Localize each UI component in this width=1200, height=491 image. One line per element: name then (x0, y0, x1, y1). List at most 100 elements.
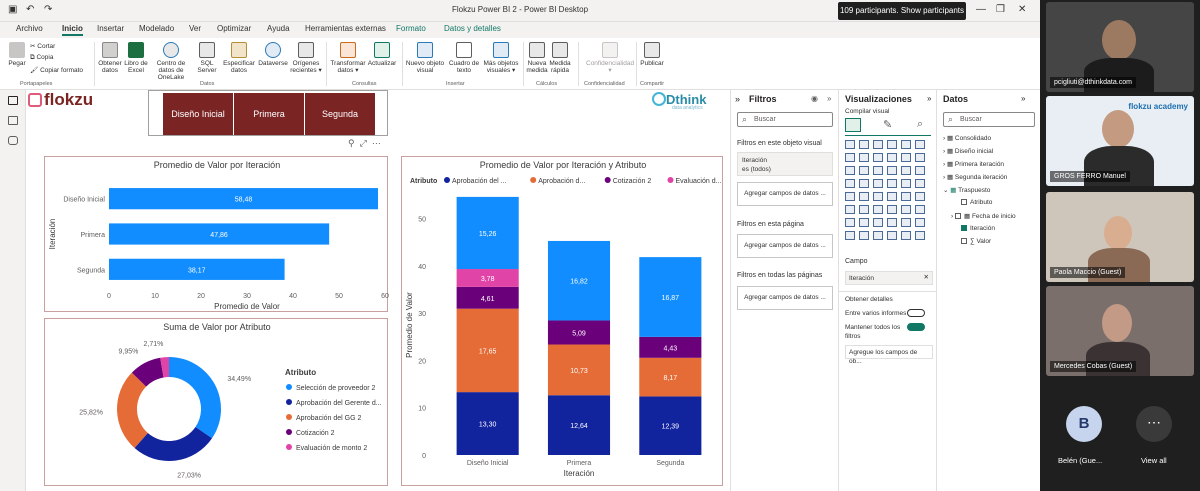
visual-type-icon[interactable] (845, 231, 855, 240)
eye-icon[interactable]: ◉ (811, 94, 818, 103)
video-tile-p3[interactable]: Paola Maccio (Guest) (1046, 192, 1194, 282)
focus-mode-icon[interactable]: ⤢ (360, 138, 367, 148)
minimize-icon[interactable]: — (976, 4, 986, 15)
add-fields-page[interactable]: Agregar campos de datos ... (737, 234, 833, 258)
avg-by-iteration-attribute-card[interactable]: Promedio de Valor por Iteración y Atribu… (401, 156, 788, 486)
filter-card-iteracion[interactable]: Iteración es (todos) (737, 152, 833, 176)
tab-herramientas-externas[interactable]: Herramientas externas (305, 24, 386, 33)
video-tile-p2[interactable]: flokzu academy GROS FERRO Manuel (1046, 96, 1194, 186)
keep-filters-toggle[interactable] (907, 323, 925, 331)
table-consolidado[interactable]: › ▦ Consolidado (943, 134, 991, 142)
table-segunda-iteracion[interactable]: › ▦ Segunda iteración (943, 173, 1007, 181)
paste-button[interactable]: Pegar (6, 42, 28, 67)
visual-type-icon[interactable] (845, 140, 855, 149)
sensitivity-button[interactable]: Confidencialidad ▾ (586, 42, 634, 74)
tab-archivo[interactable]: Archivo (16, 24, 43, 33)
visual-type-icon[interactable] (887, 166, 897, 175)
tab-optimizar[interactable]: Optimizar (217, 24, 251, 33)
visual-type-icon[interactable] (859, 192, 869, 201)
visual-type-icon[interactable] (901, 179, 911, 188)
tab-formato[interactable]: Formato (396, 24, 426, 33)
transform-data-button[interactable]: Transformar datos ▾ (330, 42, 366, 74)
participants-banner[interactable]: 109 participants. Show participants (838, 2, 966, 20)
model-view-icon[interactable] (8, 136, 18, 145)
visual-type-icon[interactable] (915, 205, 925, 214)
visual-type-icon[interactable] (845, 205, 855, 214)
visual-type-icon[interactable] (901, 140, 911, 149)
textbox-button[interactable]: Cuadro de texto (446, 42, 482, 74)
slicer-diseno-inicial[interactable]: Diseño Inicial (163, 93, 233, 135)
sql-button[interactable]: SQL Server (196, 42, 218, 74)
get-data-button[interactable]: Obtener datos (98, 42, 122, 74)
dataverse-button[interactable]: Dataverse (256, 42, 290, 67)
undo-icon[interactable]: ↶ (26, 4, 34, 15)
avg-by-iteration-card[interactable]: Promedio de Valor por Iteración 58,48 Dise… (44, 156, 389, 312)
visual-type-icon[interactable] (873, 231, 883, 240)
view-all-button[interactable]: View all (1141, 456, 1167, 465)
visual-type-icon[interactable] (887, 231, 897, 240)
add-details-well[interactable]: Agregue los campos de ob... (845, 345, 933, 365)
tab-inicio[interactable]: Inicio (62, 24, 83, 36)
table-primera-iteracion[interactable]: › ▦ Primera iteración (943, 160, 1004, 168)
visual-type-icon[interactable] (845, 153, 855, 162)
visual-type-icon[interactable] (873, 218, 883, 227)
visual-type-icon[interactable] (915, 218, 925, 227)
visual-type-icon[interactable] (901, 205, 911, 214)
visual-type-icon[interactable] (845, 166, 855, 175)
visual-type-icon[interactable] (859, 166, 869, 175)
analytics-tab-icon[interactable]: ⌕ (917, 118, 923, 131)
visual-type-icon[interactable] (845, 179, 855, 188)
tab-modelado[interactable]: Modelado (139, 24, 174, 33)
add-fields-all[interactable]: Agregar campos de datos ... (737, 286, 833, 310)
remove-field-icon[interactable]: ✕ (924, 273, 929, 282)
visual-type-icon[interactable] (859, 179, 869, 188)
visual-type-icon[interactable] (887, 218, 897, 227)
visual-type-icon[interactable] (845, 192, 855, 201)
visual-type-icon[interactable] (901, 218, 911, 227)
visual-type-icon[interactable] (859, 218, 869, 227)
new-visual-button[interactable]: Nuevo objeto visual (405, 42, 445, 74)
visual-type-icon[interactable] (873, 205, 883, 214)
avatar[interactable]: B (1066, 406, 1102, 442)
redo-icon[interactable]: ↷ (44, 4, 52, 15)
field-fecha-inicio[interactable]: › ▦ Fecha de inicio (951, 212, 1016, 220)
table-traspuesto[interactable]: ⌄ ▦ Traspuesto (943, 186, 990, 194)
field-atributo[interactable]: Atributo (961, 199, 992, 206)
close-icon[interactable]: ✕ (1018, 4, 1026, 15)
new-measure-button[interactable]: Nueva medida (526, 42, 548, 74)
visual-type-icon[interactable] (915, 153, 925, 162)
collapse-data-icon[interactable]: » (1021, 94, 1025, 103)
data-search-input[interactable]: Buscar (943, 112, 1035, 127)
recent-sources-button[interactable]: Orígenes recientes ▾ (290, 42, 322, 74)
copy-button[interactable]: ⧉ Copia (30, 54, 53, 62)
visual-type-icon[interactable] (859, 205, 869, 214)
build-visual-tab-icon[interactable] (845, 118, 861, 132)
visual-type-icon[interactable] (915, 179, 925, 188)
quick-measure-button[interactable]: Medida rápida (548, 42, 572, 74)
tab-ayuda[interactable]: Ayuda (267, 24, 290, 33)
visual-type-icon[interactable] (873, 153, 883, 162)
excel-button[interactable]: Libro de Excel (124, 42, 148, 74)
visual-type-icon[interactable] (915, 140, 925, 149)
tab-insertar[interactable]: Insertar (97, 24, 124, 33)
table-view-icon[interactable] (8, 116, 18, 125)
visual-type-icon[interactable] (873, 179, 883, 188)
visual-type-icon[interactable] (887, 205, 897, 214)
sum-by-attribute-card[interactable]: Suma de Valor por Atributo 34,49% 27,03% 25… (44, 318, 388, 486)
visual-type-icon[interactable] (859, 231, 869, 240)
slicer-segunda[interactable]: Segunda (305, 93, 375, 135)
campo-well[interactable]: Iteración ✕ (845, 271, 933, 285)
visual-type-icon[interactable] (901, 153, 911, 162)
visual-type-icon[interactable] (887, 179, 897, 188)
copy-format-button[interactable]: 🖌 Copiar formato (30, 66, 83, 74)
visual-type-icon[interactable] (859, 153, 869, 162)
tab-datos-detalles[interactable]: Datos y detalles (444, 24, 501, 33)
video-tile-p1[interactable]: pcigliuti@dthinkdata.com (1046, 2, 1194, 92)
field-valor[interactable]: ∑ Valor (961, 238, 991, 245)
visual-type-icon[interactable] (873, 140, 883, 149)
slicer-primera[interactable]: Primera (234, 93, 304, 135)
visual-type-icon[interactable] (873, 192, 883, 201)
collapse-filters-icon[interactable]: » (735, 94, 740, 104)
visual-type-icon[interactable] (915, 192, 925, 201)
tab-ver[interactable]: Ver (189, 24, 201, 33)
